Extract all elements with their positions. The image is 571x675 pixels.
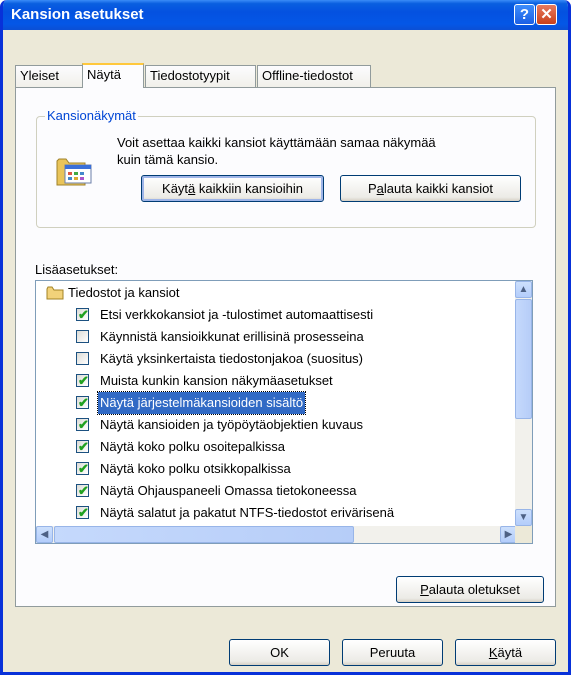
checkbox[interactable]: ✔ <box>76 417 89 432</box>
advanced-settings-list[interactable]: Tiedostot ja kansiot ✔ Etsi verkkokansio… <box>35 280 533 544</box>
scroll-down-arrow-icon[interactable]: ▼ <box>515 509 532 526</box>
tree-root-files-and-folders[interactable]: Tiedostot ja kansiot <box>36 282 514 304</box>
folder-icon <box>46 286 64 300</box>
tab-file-types[interactable]: Tiedostotyypit <box>145 65 256 87</box>
horizontal-scroll-thumb[interactable] <box>54 526 354 543</box>
advanced-settings-label: Lisäasetukset: <box>35 262 119 277</box>
folder-view-icon <box>56 158 92 186</box>
title-bar[interactable]: Kansion asetukset ? ✕ <box>3 0 568 30</box>
tab-offline-files[interactable]: Offline-tiedostot <box>257 65 371 87</box>
horizontal-scrollbar[interactable]: ◀ ▶ <box>36 526 517 543</box>
ok-button[interactable]: OK <box>229 639 330 666</box>
checkbox[interactable] <box>76 330 89 343</box>
folder-views-group: Kansionäkymät Voit asettaa kaikki kansio… <box>36 108 536 228</box>
reset-all-folders-button[interactable]: Palauta kaikki kansiot <box>340 175 521 202</box>
checkbox[interactable]: ✔ <box>76 395 89 410</box>
checkbox[interactable]: ✔ <box>76 483 89 498</box>
checkbox[interactable]: ✔ <box>76 439 89 454</box>
window-title: Kansion asetukset <box>11 6 144 23</box>
apply-button[interactable]: Käytä <box>455 639 556 666</box>
scrollbar-corner <box>515 526 532 543</box>
view-tab-panel: Kansionäkymät Voit asettaa kaikki kansio… <box>15 87 556 607</box>
apply-to-all-folders-button[interactable]: Käytä kaikkiin kansioihin <box>141 175 324 202</box>
help-button[interactable]: ? <box>514 4 535 25</box>
checkbox[interactable]: ✔ <box>76 461 89 476</box>
restore-defaults-button[interactable]: Palauta oletukset <box>396 576 544 603</box>
scroll-up-arrow-icon[interactable]: ▲ <box>515 281 532 298</box>
checkbox[interactable] <box>76 352 89 365</box>
folder-options-dialog: Kansion asetukset ? ✕ Yleiset Näytä Tied… <box>0 0 571 675</box>
checkbox[interactable]: ✔ <box>76 307 89 322</box>
cancel-button[interactable]: Peruuta <box>342 639 443 666</box>
close-button[interactable]: ✕ <box>536 4 557 25</box>
checkbox[interactable]: ✔ <box>76 373 89 388</box>
folder-views-label: Kansionäkymät <box>45 108 138 123</box>
tab-view[interactable]: Näytä <box>82 63 144 88</box>
scroll-left-arrow-icon[interactable]: ◀ <box>36 526 53 543</box>
checkbox[interactable]: ✔ <box>76 505 89 520</box>
vertical-scroll-thumb[interactable] <box>515 299 532 419</box>
folder-views-description: Voit asettaa kaikki kansiot käyttämään s… <box>117 135 436 167</box>
vertical-scrollbar[interactable]: ▲ ▼ <box>515 281 532 526</box>
tab-general[interactable]: Yleiset <box>15 65 83 87</box>
